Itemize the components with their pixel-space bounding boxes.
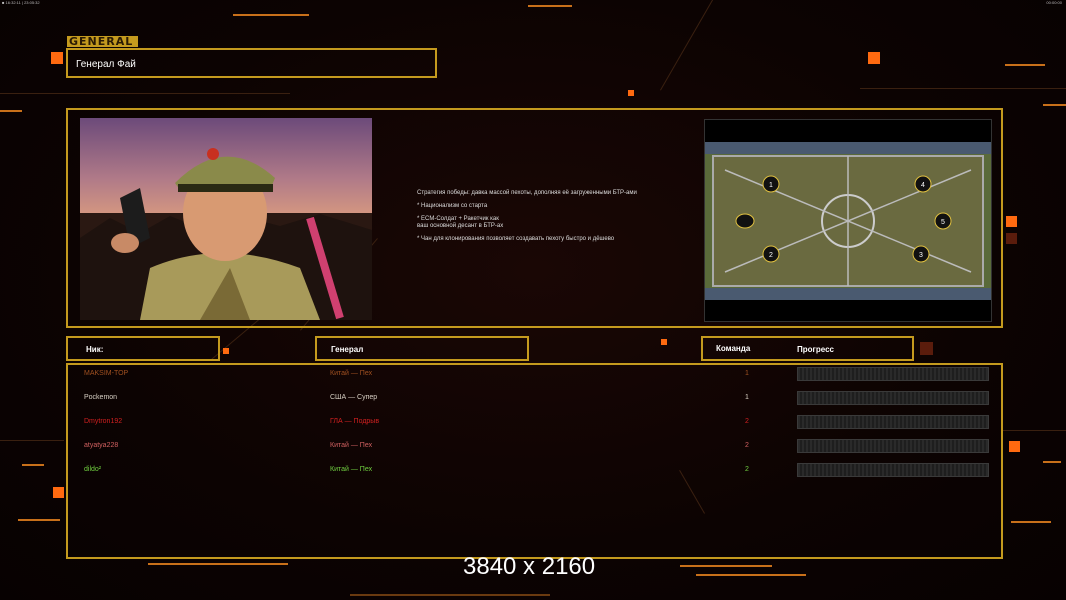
- spawn-3: 3: [919, 252, 923, 259]
- player-general: Китай — Пех: [330, 466, 373, 473]
- player-progress-bar: [797, 463, 989, 477]
- bg-line: [0, 93, 290, 94]
- player-team: 2: [745, 442, 749, 449]
- deco-dash: [18, 519, 60, 521]
- player-nick: Pockemon: [84, 394, 118, 401]
- player-row: Pockemon США — Супер 1: [0, 390, 1066, 406]
- column-label-general: Генерал: [331, 345, 364, 354]
- column-label-progress: Прогресс: [797, 345, 834, 354]
- player-team: 2: [745, 418, 749, 425]
- deco-dash: [233, 14, 309, 16]
- player-nick: dildo²: [84, 466, 102, 473]
- deco-square: [628, 90, 634, 96]
- column-header-team-progress: Команда Прогресс: [701, 336, 914, 361]
- deco-dash: [350, 594, 550, 596]
- deco-square: [868, 52, 880, 64]
- top-status-bar: ■ 16:32:11 | 23:05:32 00:00:00: [0, 0, 1066, 6]
- top-status-left: ■ 16:32:11 | 23:05:32: [2, 0, 40, 5]
- general-portrait-image: [80, 148, 372, 320]
- description-line: ваш основной десант в БТР-ах: [417, 223, 504, 229]
- deco-square: [1006, 216, 1017, 227]
- deco-square: [920, 342, 933, 355]
- column-header-nick: Ник:: [66, 336, 220, 361]
- player-row: dildo² Китай — Пех 2: [0, 462, 1066, 478]
- player-general: Китай — Пех: [330, 370, 373, 377]
- deco-square: [223, 348, 229, 354]
- player-general: США — Супер: [330, 394, 378, 401]
- deco-square: [1006, 233, 1017, 244]
- spawn-2: 2: [769, 252, 773, 259]
- spawn-4: 4: [921, 182, 925, 189]
- player-team: 1: [745, 394, 749, 401]
- deco-dash: [148, 563, 288, 565]
- player-nick: Dmytron192: [84, 418, 123, 425]
- general-name-box: Генерал Фай: [66, 48, 437, 78]
- deco-dash: [1043, 104, 1066, 106]
- player-team: 1: [745, 370, 749, 377]
- strategy-description: Стратегия победы: давка массой пехоты, д…: [417, 190, 687, 249]
- deco-dash: [1005, 64, 1045, 66]
- column-header-general: Генерал: [315, 336, 529, 361]
- bg-line: [860, 88, 1066, 89]
- deco-square: [51, 52, 63, 64]
- general-name: Генерал Фай: [76, 59, 136, 70]
- minimap-image: 1 2 3 4 5: [705, 142, 991, 300]
- player-row: MAKSIM-TOP Китай — Пех 1: [0, 366, 1066, 382]
- player-team: 2: [745, 466, 749, 473]
- player-nick: MAKSIM-TOP: [84, 370, 129, 377]
- minimap[interactable]: 1 2 3 4 5: [704, 119, 992, 322]
- general-tag: GENERAL: [67, 36, 138, 47]
- description-line: * ECM-Солдат + Ракетчик как: [417, 216, 499, 222]
- deco-square: [53, 487, 64, 498]
- deco-dash: [1011, 521, 1051, 523]
- player-progress-bar: [797, 415, 989, 429]
- deco-dash: [696, 574, 806, 576]
- player-progress-bar: [797, 367, 989, 381]
- deco-dash: [0, 110, 22, 112]
- resolution-label: 3840 x 2160: [463, 553, 596, 580]
- top-status-right: 00:00:00: [1046, 0, 1062, 5]
- spawn-1: 1: [769, 182, 773, 189]
- player-progress-bar: [797, 439, 989, 453]
- deco-dash: [680, 565, 772, 567]
- description-line: * Чан для клонирования позволяет создава…: [417, 236, 615, 242]
- description-line: Стратегия победы: давка массой пехоты, д…: [417, 190, 637, 196]
- player-progress-bar: [797, 391, 989, 405]
- player-nick: atyatya228: [84, 442, 119, 449]
- player-row: Dmytron192 ГЛА — Подрыв 2: [0, 414, 1066, 430]
- player-row: atyatya228 Китай — Пех 2: [0, 438, 1066, 454]
- description-line: * Национализм со старта: [417, 203, 488, 209]
- player-general: ГЛА — Подрыв: [330, 418, 380, 425]
- general-portrait: [80, 118, 372, 320]
- bg-line: [1003, 430, 1066, 431]
- spawn-5: 5: [941, 219, 945, 226]
- column-label-nick: Ник:: [86, 345, 104, 354]
- player-general: Китай — Пех: [330, 442, 373, 449]
- deco-square: [661, 339, 667, 345]
- column-label-team: Команда: [716, 344, 751, 353]
